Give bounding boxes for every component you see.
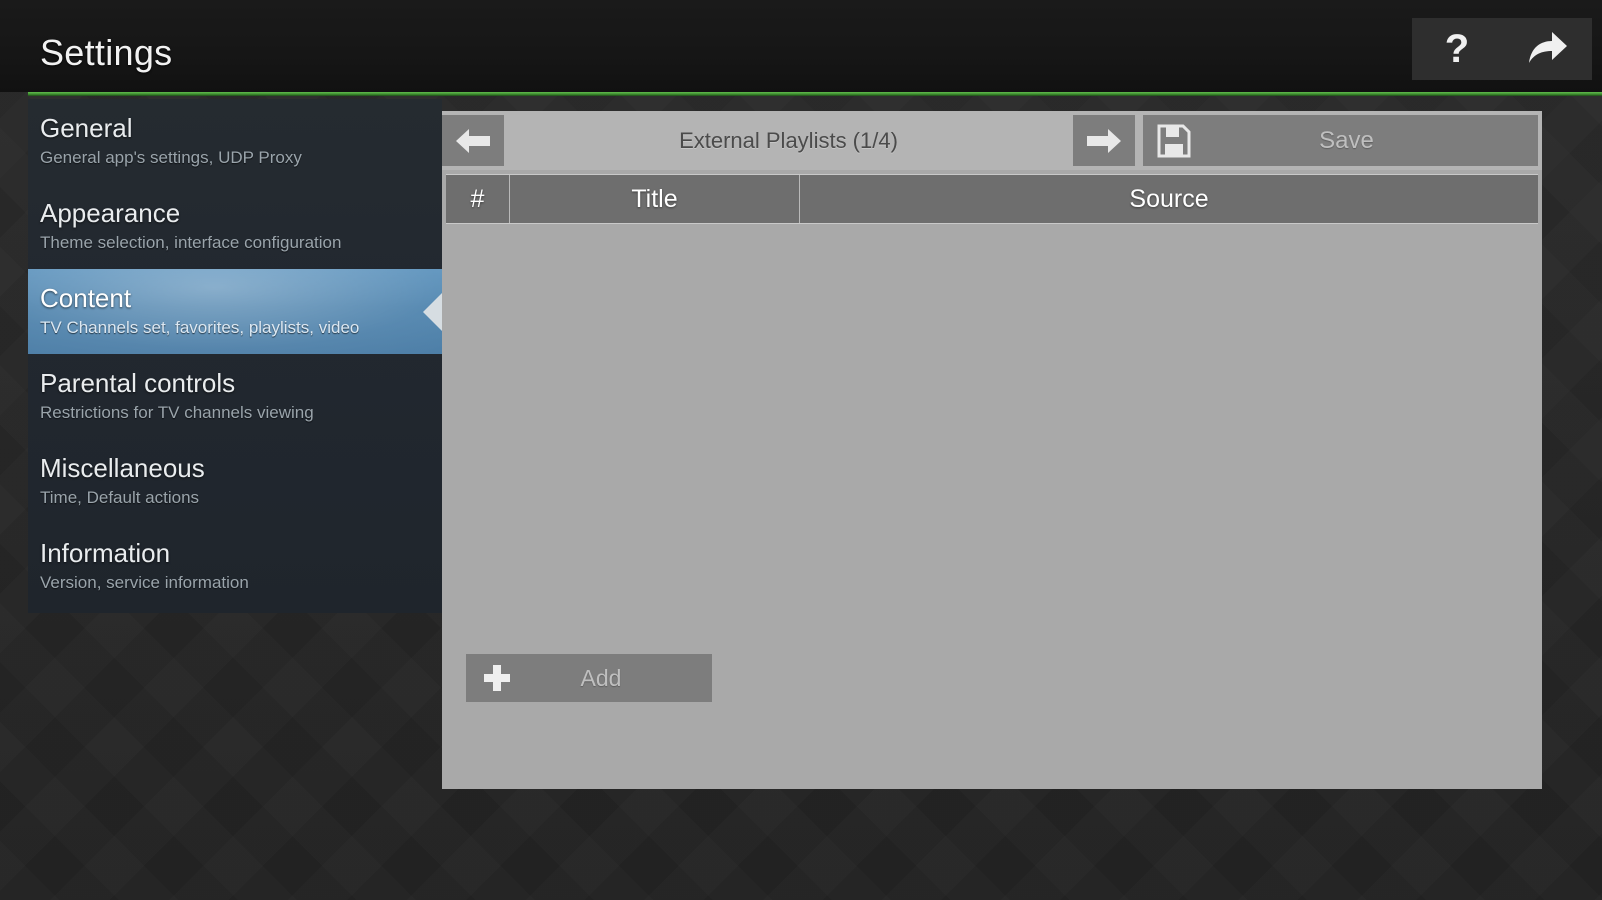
page-title: Settings bbox=[40, 32, 173, 73]
column-header-title[interactable]: Title bbox=[510, 175, 800, 223]
previous-page-button[interactable] bbox=[442, 115, 504, 166]
plus-icon bbox=[466, 663, 528, 693]
playlist-toolbar: External Playlists (1/4) Save bbox=[442, 111, 1542, 170]
sidebar-item-parental-controls[interactable]: Parental controls Restrictions for TV ch… bbox=[28, 354, 442, 439]
next-page-button[interactable] bbox=[1073, 115, 1135, 166]
header-action-group: ? bbox=[1412, 18, 1592, 80]
question-mark-icon: ? bbox=[1444, 27, 1470, 71]
arrow-right-icon bbox=[1085, 126, 1123, 156]
arrow-left-icon bbox=[454, 126, 492, 156]
sidebar-item-title: General bbox=[40, 113, 133, 143]
sidebar-item-subtitle: General app's settings, UDP Proxy bbox=[40, 148, 302, 167]
sidebar-item-title: Content bbox=[40, 283, 132, 313]
settings-screen: Settings ? General General app's setting… bbox=[0, 0, 1602, 900]
app-header: Settings ? bbox=[0, 0, 1602, 92]
floppy-disk-icon bbox=[1143, 124, 1205, 158]
sidebar-item-title: Parental controls bbox=[40, 368, 236, 398]
sidebar-item-content[interactable]: Content TV Channels set, favorites, play… bbox=[28, 269, 442, 354]
sidebar-item-title: Information bbox=[40, 538, 171, 568]
sidebar-item-title: Miscellaneous bbox=[40, 453, 205, 483]
exit-button[interactable] bbox=[1511, 20, 1583, 78]
sidebar-item-information[interactable]: Information Version, service information bbox=[28, 524, 442, 609]
sidebar-item-subtitle: Version, service information bbox=[40, 573, 249, 592]
column-header-number[interactable]: # bbox=[446, 175, 510, 223]
column-header-source[interactable]: Source bbox=[800, 175, 1538, 223]
sidebar-item-subtitle: Theme selection, interface configuration bbox=[40, 233, 342, 252]
sidebar-item-title: Appearance bbox=[40, 198, 181, 228]
panel-title: External Playlists (1/4) bbox=[679, 127, 898, 153]
sidebar-item-subtitle: Restrictions for TV channels viewing bbox=[40, 403, 314, 422]
save-button-label: Save bbox=[1319, 126, 1374, 154]
content-panel: External Playlists (1/4) Save # Title So… bbox=[442, 111, 1542, 789]
selected-indicator-icon bbox=[423, 291, 442, 332]
curved-arrow-right-icon bbox=[1525, 29, 1569, 69]
add-button[interactable]: Add bbox=[466, 654, 712, 702]
header-accent-divider bbox=[28, 92, 1602, 96]
sidebar-item-subtitle: Time, Default actions bbox=[40, 488, 200, 507]
playlist-table-header: # Title Source bbox=[446, 174, 1538, 224]
sidebar-item-appearance[interactable]: Appearance Theme selection, interface co… bbox=[28, 184, 442, 269]
settings-sidebar: General General app's settings, UDP Prox… bbox=[28, 99, 442, 613]
save-button[interactable]: Save bbox=[1143, 115, 1538, 166]
sidebar-item-subtitle: TV Channels set, favorites, playlists, v… bbox=[40, 318, 360, 337]
sidebar-item-general[interactable]: General General app's settings, UDP Prox… bbox=[28, 99, 442, 184]
add-button-label: Add bbox=[580, 664, 622, 691]
help-button[interactable]: ? bbox=[1421, 20, 1493, 78]
sidebar-item-miscellaneous[interactable]: Miscellaneous Time, Default actions bbox=[28, 439, 442, 524]
playlist-table-body[interactable]: Add bbox=[446, 225, 1538, 720]
